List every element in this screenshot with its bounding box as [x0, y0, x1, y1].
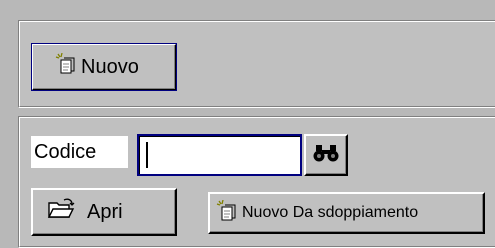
- new-document-icon: [55, 52, 77, 81]
- code-input[interactable]: [137, 134, 302, 176]
- new-document-icon: [216, 199, 238, 227]
- new-button-label: Nuovo: [81, 55, 139, 78]
- open-button-label: Apri: [87, 200, 123, 223]
- code-label: Codice: [31, 136, 128, 168]
- text-caret: [146, 142, 148, 168]
- new-from-duplicate-label: Nuovo Da sdoppiamento: [242, 204, 419, 221]
- binoculars-icon: [313, 143, 339, 168]
- new-from-duplicate-button[interactable]: Nuovo Da sdoppiamento: [208, 192, 485, 234]
- new-button[interactable]: Nuovo: [31, 43, 177, 91]
- search-button[interactable]: [304, 134, 348, 176]
- open-folder-icon: [47, 198, 75, 226]
- open-button[interactable]: Apri: [31, 188, 177, 236]
